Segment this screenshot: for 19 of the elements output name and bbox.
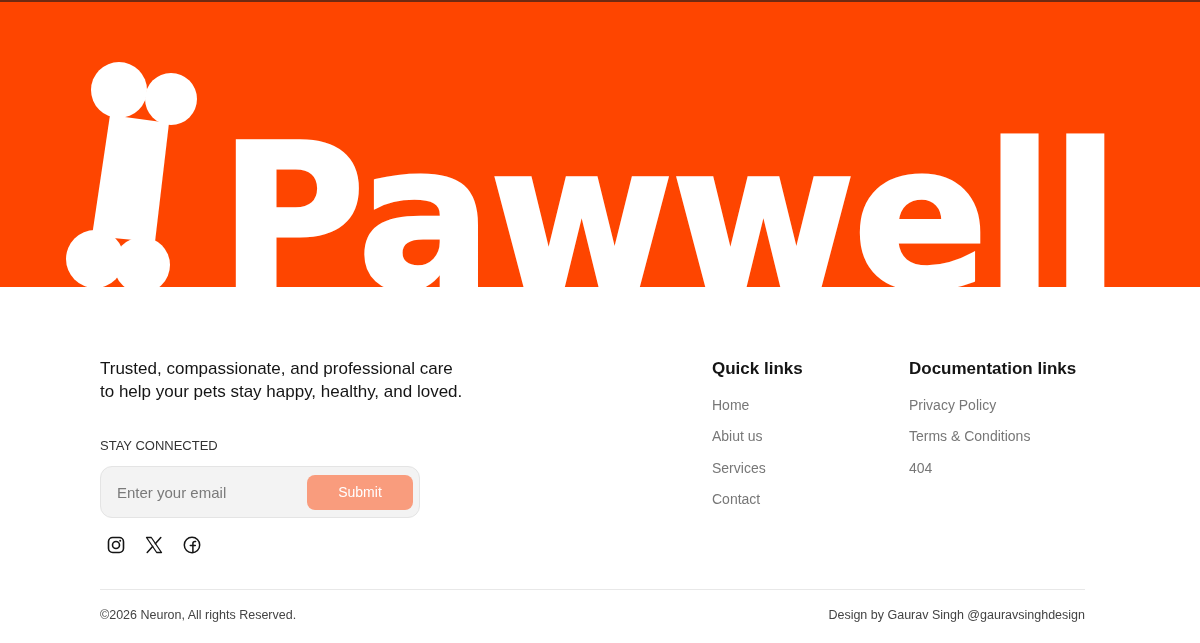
footer-link[interactable]: Contact xyxy=(712,489,761,509)
footer-link[interactable]: Terms & Conditions xyxy=(909,426,1031,446)
footer-link[interactable]: Services xyxy=(712,457,766,478)
column-heading: Documentation links xyxy=(909,358,1078,380)
copyright-text: ©2026 Neuron, All rights Reserved. xyxy=(100,607,297,624)
tagline-text: Trusted, compassionate, and professional care to help your pets stay happy, healthy, and loved. xyxy=(100,358,464,403)
footer-link[interactable]: Home xyxy=(712,394,750,415)
brand-wordmark: Pawwell xyxy=(219,134,1117,287)
column-heading: Quick links xyxy=(712,358,804,380)
footer-link[interactable]: 404 xyxy=(909,457,933,478)
bone-icon xyxy=(64,60,200,287)
footer-link[interactable]: Privacy Policy xyxy=(909,394,997,415)
footer-link[interactable]: Abiut us xyxy=(712,426,763,446)
facebook-icon[interactable] xyxy=(183,536,201,554)
instagram-icon[interactable] xyxy=(107,536,125,554)
newsletter-label: STAY CONNECTED xyxy=(100,437,219,455)
x-logo-icon[interactable] xyxy=(145,536,163,554)
credit-text: Design by Gaurav Singh @gauravsinghdesign xyxy=(828,607,1085,624)
email-input[interactable]: Enter your email xyxy=(117,480,307,504)
